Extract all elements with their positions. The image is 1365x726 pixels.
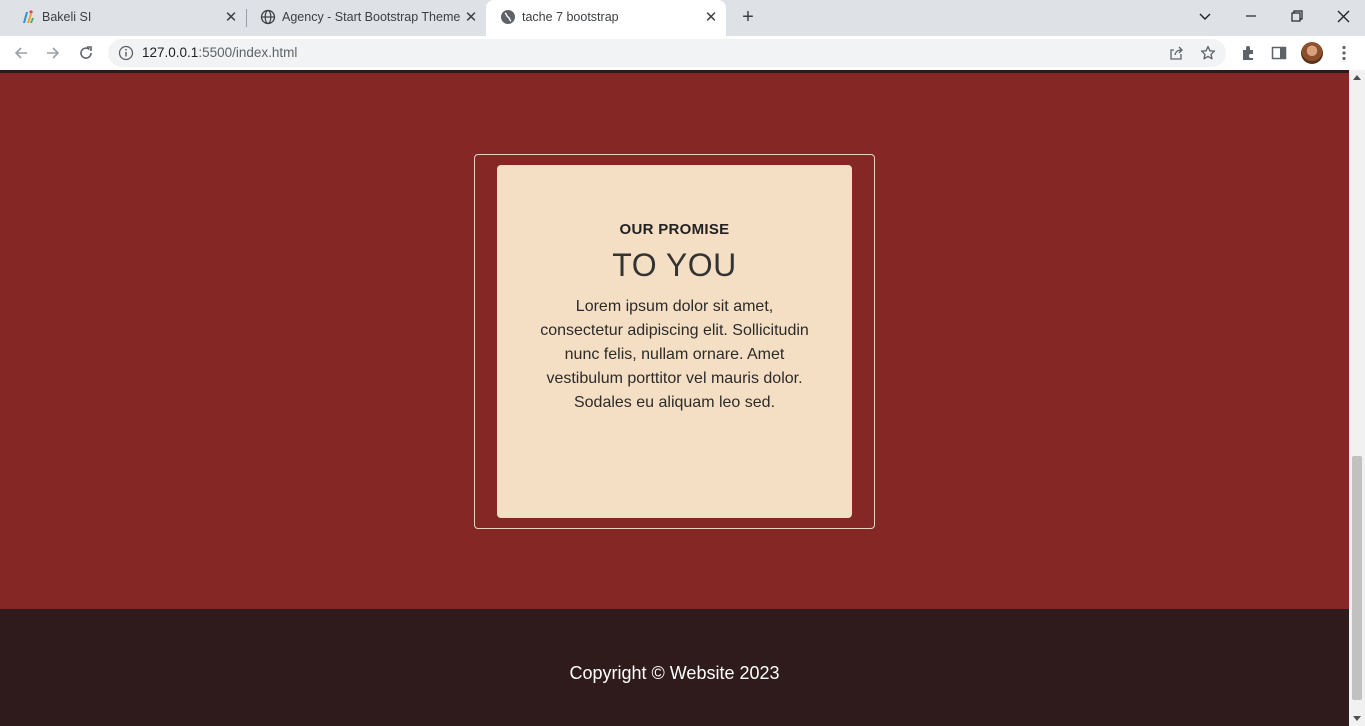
arrow-right-icon xyxy=(47,47,60,59)
close-icon xyxy=(1337,10,1349,22)
star-icon[interactable] xyxy=(1200,45,1216,61)
forward-button[interactable] xyxy=(40,40,66,66)
tab-search-button[interactable] xyxy=(1182,0,1228,32)
tab-tache7[interactable]: tache 7 bootstrap ✕ xyxy=(486,0,726,36)
tab-title: Agency - Start Bootstrap Theme xyxy=(282,10,461,24)
minimize-icon xyxy=(1246,15,1256,17)
url-path: :5500/index.html xyxy=(198,45,298,60)
reload-button[interactable] xyxy=(73,40,99,66)
browser-toolbar: 127.0.0.1:5500/index.html xyxy=(0,36,1365,70)
section-kicker: OUR PROMISE xyxy=(619,221,730,238)
url-host: 127.0.0.1 xyxy=(142,45,199,60)
section-headline: TO YOU xyxy=(612,247,737,283)
minimize-button[interactable] xyxy=(1228,0,1274,32)
scroll-down-arrow-icon[interactable] xyxy=(1353,716,1361,721)
globe-icon xyxy=(501,10,515,24)
reload-icon xyxy=(80,46,92,59)
tab-title: Bakeli SI xyxy=(42,10,92,24)
side-panel-icon[interactable] xyxy=(1270,44,1288,62)
more-menu-icon[interactable] xyxy=(1335,44,1353,62)
back-button[interactable] xyxy=(8,40,34,66)
extensions-icon[interactable] xyxy=(1239,44,1257,62)
tab-agency[interactable]: Agency - Start Bootstrap Theme ✕ xyxy=(246,0,486,34)
scroll-up-arrow-icon[interactable] xyxy=(1353,75,1361,80)
address-bar[interactable]: 127.0.0.1:5500/index.html xyxy=(108,39,1226,67)
tab-title: tache 7 bootstrap xyxy=(522,10,619,24)
bakeli-logo-icon xyxy=(23,10,34,23)
globe-icon xyxy=(260,9,276,25)
restore-icon xyxy=(1291,10,1303,22)
new-tab-button[interactable]: + xyxy=(736,5,760,29)
scrollbar-thumb[interactable] xyxy=(1352,456,1362,700)
vertical-scrollbar[interactable] xyxy=(1349,70,1365,726)
close-window-button[interactable] xyxy=(1320,0,1365,32)
info-icon[interactable] xyxy=(118,45,134,61)
share-icon[interactable] xyxy=(1168,45,1184,61)
promise-card: OUR PROMISE TO YOU Lorem ipsum dolor sit… xyxy=(497,165,852,518)
page-footer: Copyright © Website 2023 xyxy=(0,609,1349,726)
copyright-text: Copyright © Website 2023 xyxy=(569,663,780,683)
arrow-left-icon xyxy=(14,47,27,59)
section-body-text: Lorem ipsum dolor sit amet, consectetur … xyxy=(540,298,809,411)
close-tab-icon[interactable]: ✕ xyxy=(222,8,240,26)
browser-tab-strip: Bakeli SI ✕ Agency - Start Bootstrap The… xyxy=(0,0,1365,36)
close-tab-icon[interactable]: ✕ xyxy=(702,8,720,26)
tab-bakeli[interactable]: Bakeli SI ✕ xyxy=(6,0,246,34)
chevron-down-icon xyxy=(1199,13,1211,20)
url-text: 127.0.0.1:5500/index.html xyxy=(142,45,297,60)
close-tab-icon[interactable]: ✕ xyxy=(462,8,480,26)
profile-avatar[interactable] xyxy=(1301,42,1323,64)
restore-button[interactable] xyxy=(1274,0,1320,32)
